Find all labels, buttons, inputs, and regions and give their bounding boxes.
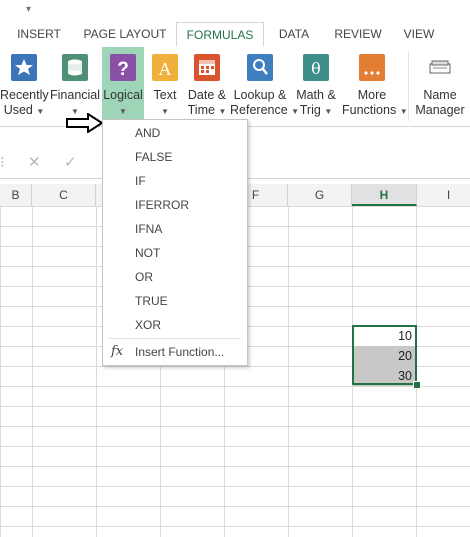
gridline xyxy=(288,206,289,537)
financial-label: Financial xyxy=(50,88,101,102)
tab-formulas[interactable]: FORMULAS xyxy=(176,22,264,47)
column-header-b[interactable]: B xyxy=(0,184,32,206)
menu-item-false[interactable]: FALSE xyxy=(103,145,247,169)
tab-view[interactable]: VIEW xyxy=(396,22,442,47)
text-button[interactable]: A Text ▼ xyxy=(146,47,184,126)
math-label-1: Math & xyxy=(296,88,336,102)
column-header-h[interactable]: H xyxy=(352,184,417,206)
more-label-2: Functions xyxy=(342,103,397,117)
customize-qat-icon[interactable]: ▾ xyxy=(26,4,31,15)
cancel-icon[interactable]: ✕ xyxy=(28,153,41,171)
enter-icon[interactable]: ✓ xyxy=(64,153,77,171)
lookup-reference-button[interactable]: Lookup & Reference ▼ xyxy=(230,47,299,126)
ribbon-group-separator xyxy=(408,51,409,121)
menu-item-xor[interactable]: XOR xyxy=(103,313,247,337)
menu-item-if[interactable]: IF xyxy=(103,169,247,193)
name-manager-label-2: Manager xyxy=(415,103,465,117)
chevron-down-icon: ▼ xyxy=(36,107,45,116)
fill-handle[interactable] xyxy=(413,381,421,389)
logical-functions-menu: AND FALSE IF IFERROR IFNA NOT OR TRUE XO… xyxy=(102,119,248,366)
recently-used-label-2: Used xyxy=(3,103,33,117)
menu-item-true[interactable]: TRUE xyxy=(103,289,247,313)
theta-icon: θ xyxy=(303,54,329,81)
chevron-down-icon: ▼ xyxy=(218,107,227,116)
money-icon xyxy=(62,54,88,81)
name-manager-label-1: Name xyxy=(423,88,457,102)
tab-data[interactable]: DATA xyxy=(268,22,320,47)
math-trig-button[interactable]: θ Math & Trig ▼ xyxy=(292,47,340,126)
text-label: Text xyxy=(153,88,177,102)
more-label-1: More xyxy=(357,88,387,102)
selection-outline xyxy=(352,325,417,385)
chevron-down-icon: ▼ xyxy=(324,107,333,116)
lookup-label-2: Reference xyxy=(230,103,288,117)
pointer-arrow-icon xyxy=(66,113,104,133)
menu-item-insert-function[interactable]: fx Insert Function... xyxy=(103,340,247,364)
calendar-icon xyxy=(194,54,220,81)
recently-used-label-1: Recently xyxy=(0,88,49,102)
ribbon-tabs: INSERT PAGE LAYOUT FORMULAS DATA REVIEW … xyxy=(0,22,470,48)
menu-item-iferror[interactable]: IFERROR xyxy=(103,193,247,217)
chevron-down-icon: ▼ xyxy=(399,107,408,116)
recently-used-button[interactable]: Recently Used ▼ xyxy=(0,47,49,126)
star-icon xyxy=(11,54,37,81)
logical-button[interactable]: ? Logical ▼ xyxy=(102,47,144,126)
menu-item-and[interactable]: AND xyxy=(103,121,247,145)
tab-review[interactable]: REVIEW xyxy=(330,22,386,47)
column-header-i[interactable]: I xyxy=(417,184,470,206)
logical-label: Logical xyxy=(103,88,143,102)
lookup-label-1: Lookup & xyxy=(233,88,287,102)
svg-text:?: ? xyxy=(117,59,129,80)
more-dots-icon xyxy=(359,54,385,81)
quick-access-toolbar: ▾ xyxy=(0,0,470,22)
date-time-label-1: Date & xyxy=(187,88,227,102)
menu-item-or[interactable]: OR xyxy=(103,265,247,289)
math-label-2: Trig xyxy=(299,103,321,117)
date-time-label-2: Time xyxy=(187,103,215,117)
gridline xyxy=(32,206,33,537)
more-functions-button[interactable]: More Functions ▼ xyxy=(342,47,408,126)
text-a-icon: A xyxy=(152,54,178,81)
fx-icon: fx xyxy=(111,344,124,359)
menu-item-not[interactable]: NOT xyxy=(103,241,247,265)
date-time-button[interactable]: Date & Time ▼ xyxy=(186,47,228,126)
gridline xyxy=(96,206,97,537)
chevron-down-icon: ▼ xyxy=(119,107,127,116)
name-tag-icon xyxy=(427,54,453,81)
magnifier-book-icon xyxy=(247,54,273,81)
question-mark-icon: ? xyxy=(110,54,136,81)
column-header-c[interactable]: C xyxy=(32,184,96,206)
tab-insert[interactable]: INSERT xyxy=(8,22,70,47)
tab-page-layout[interactable]: PAGE LAYOUT xyxy=(80,22,170,47)
name-box-dots-icon[interactable]: ⁝ xyxy=(0,153,5,171)
menu-separator xyxy=(109,338,241,339)
column-header-g[interactable]: G xyxy=(288,184,352,206)
svg-text:θ: θ xyxy=(311,59,321,78)
name-manager-button[interactable]: Name Manager xyxy=(412,47,468,126)
chevron-down-icon: ▼ xyxy=(161,107,169,116)
menu-item-ifna[interactable]: IFNA xyxy=(103,217,247,241)
svg-text:A: A xyxy=(159,59,172,79)
